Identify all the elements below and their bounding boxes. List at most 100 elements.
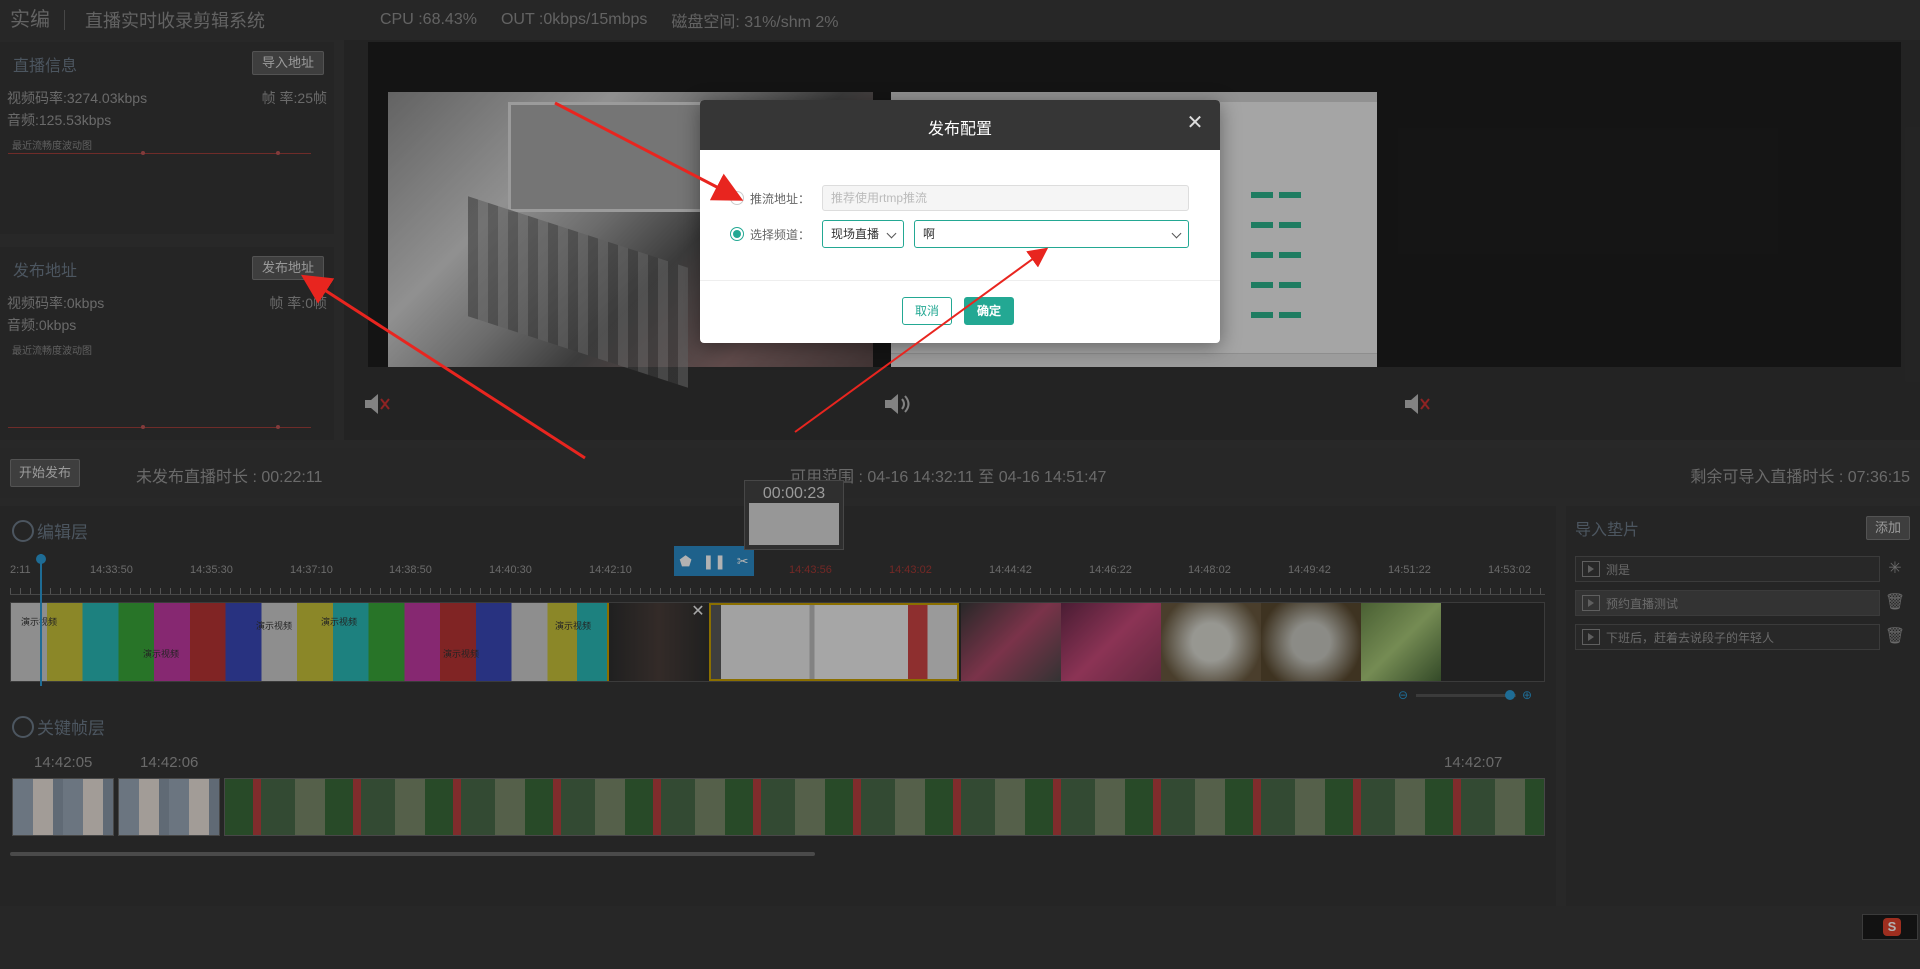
publish-audio-rate: 音频:0kbps — [7, 317, 77, 333]
publish-wave-line — [8, 427, 311, 428]
clip-caption: 演示视频 — [443, 649, 480, 659]
screen-recording-clip[interactable] — [709, 603, 959, 681]
push-url-row: 推流地址： — [730, 184, 820, 212]
confirm-button[interactable]: 确定 — [964, 297, 1015, 325]
close-icon[interactable]: ✕ — [689, 603, 707, 621]
close-icon[interactable]: ✕ — [1184, 112, 1206, 134]
channel-select[interactable]: 啊 — [914, 220, 1189, 248]
ruler-label: 14:53:02 — [1488, 564, 1531, 576]
table-row — [1211, 252, 1351, 258]
video-clip[interactable] — [1161, 603, 1261, 681]
building-content — [468, 196, 688, 388]
keyframe-thumb[interactable] — [118, 778, 220, 836]
table-row — [1211, 222, 1351, 228]
video-clip[interactable] — [1361, 603, 1441, 681]
ruler-label: 14:40:30 — [489, 564, 532, 576]
hover-time: 00:00:23 — [762, 485, 826, 502]
trash-icon[interactable]: 🗑 — [1882, 624, 1908, 650]
video-clip[interactable] — [961, 603, 1061, 681]
live-video-rate: 视频码率:3274.03kbps — [7, 90, 148, 106]
push-url-input[interactable]: 推荐使用rtmp推流 — [822, 185, 1189, 211]
live-info-title: 直播信息 — [13, 58, 78, 75]
speaker-muted-icon[interactable] — [1402, 390, 1432, 418]
video-clip[interactable] — [1061, 603, 1161, 681]
dialog-title: 发布配置 — [927, 121, 992, 138]
live-frame-rate: 帧 率:25帧 — [261, 90, 327, 106]
publish-bar: 开始发布 未发布直播时长 : 00:22:11 可用范围 : 04-16 14:… — [0, 448, 1920, 498]
time-ruler[interactable]: 2:11 14:33:50 14:35:30 14:37:10 14:38:50… — [10, 564, 1545, 595]
pad-item[interactable]: 下班后，赶着去说段子的年轻人 — [1575, 624, 1880, 650]
keyframe-time: 14:42:05 — [34, 754, 93, 771]
pause-icon[interactable]: ❚❚ — [702, 553, 725, 570]
ruler-label: 14:43:56 — [789, 564, 832, 576]
pad-panel: 导入垫片 添加 测是 ✳ 预约直播测试 🗑 下班后，赶着去说段子的年轻人 🗑 — [1566, 506, 1920, 906]
loading-spinner-icon: ✳ — [1888, 560, 1902, 577]
edit-track[interactable]: 演示视频 演示视频 演示视频 演示视频 演示视频 演示视频 ✕ — [10, 602, 1545, 682]
pad-item[interactable]: 预约直播测试 — [1575, 590, 1880, 616]
publish-address-button[interactable]: 发布地址 — [252, 256, 325, 280]
pad-item-label: 测是 — [1606, 562, 1631, 577]
system-title: 直播实时收录剪辑系统 — [85, 11, 265, 31]
publish-frame-rate: 帧 率:0帧 — [269, 295, 327, 311]
play-file-icon — [1582, 595, 1600, 611]
chevron-down-icon — [1171, 228, 1182, 239]
ruler-label: 14:51:22 — [1388, 564, 1431, 576]
play-file-icon — [1582, 561, 1600, 577]
import-address-button[interactable]: 导入地址 — [252, 51, 325, 75]
trash-icon[interactable]: 🗑 — [1882, 590, 1908, 616]
publish-info-title: 发布地址 — [13, 263, 78, 280]
keyframe-track[interactable]: 14:42:05 14:42:06 14:42:07 — [10, 754, 1545, 836]
channel-label: 选择频道： — [750, 227, 811, 242]
zoom-in-icon[interactable]: ⊕ — [1522, 688, 1532, 702]
cpu-stat: CPU :68.43% — [380, 11, 477, 28]
dialog-header: 发布配置 ✕ — [700, 100, 1220, 150]
live-wave-label: 最近流畅度波动图 — [12, 141, 92, 152]
add-marker-icon[interactable]: ⬟ — [679, 553, 691, 570]
test-pattern-clip[interactable]: 演示视频 演示视频 演示视频 演示视频 演示视频 演示视频 — [11, 603, 609, 681]
hover-thumbnail: 00:00:23 — [744, 480, 844, 550]
video-clip[interactable] — [1261, 603, 1361, 681]
add-pad-button[interactable]: 添加 — [1865, 516, 1910, 540]
publish-info-panel: 发布地址 发布地址 视频码率:0kbps 帧 率:0帧 音频:0kbps 最近流… — [0, 247, 334, 440]
wave-point — [276, 151, 280, 155]
zoom-control: ⊖ ⊕ — [1398, 688, 1538, 702]
table-row — [1211, 312, 1351, 318]
out-stat: OUT :0kbps/15mbps — [500, 11, 648, 28]
ruler-label: 14:38:50 — [389, 564, 432, 576]
start-publish-button[interactable]: 开始发布 — [10, 459, 81, 487]
push-url-radio[interactable] — [730, 191, 744, 205]
scissors-icon[interactable]: ✂ — [737, 553, 749, 570]
channel-value: 啊 — [923, 227, 936, 241]
table-row — [1211, 282, 1351, 288]
keyframe-strip[interactable] — [224, 778, 1545, 836]
zoom-slider-track[interactable] — [1416, 694, 1516, 697]
live-info-panel: 直播信息 导入地址 视频码率:3274.03kbps 帧 率:25帧 音频:12… — [0, 42, 334, 234]
sogou-ime-icon[interactable]: S — [1862, 914, 1918, 940]
keyframe-thumb[interactable] — [12, 778, 114, 836]
ruler-label: 14:43:02 — [889, 564, 932, 576]
channel-type-select[interactable]: 现场直播 — [822, 220, 904, 248]
ruler-label: 14:35:30 — [190, 564, 233, 576]
publish-video-rate: 视频码率:0kbps — [7, 295, 105, 311]
zoom-out-icon[interactable]: ⊖ — [1398, 688, 1408, 702]
hover-thumbnail-image — [749, 503, 839, 545]
horizontal-scrollbar[interactable] — [10, 852, 815, 856]
keyframe-time: 14:42:07 — [1444, 754, 1503, 771]
clip-caption: 演示视频 — [321, 617, 358, 627]
speaker-icon[interactable] — [882, 390, 912, 418]
playhead[interactable] — [36, 554, 46, 686]
photo-content — [508, 102, 708, 212]
speaker-muted-icon[interactable] — [362, 390, 392, 418]
ruler-label: 14:49:42 — [1288, 564, 1331, 576]
channel-row: 选择频道： — [730, 220, 820, 248]
table-row — [1211, 192, 1351, 198]
zoom-slider-knob[interactable] — [1505, 690, 1515, 700]
pad-panel-title: 导入垫片 — [1575, 522, 1640, 539]
clip-toolbox: ⬟ ❚❚ ✂ — [674, 546, 754, 576]
channel-radio[interactable] — [730, 227, 744, 241]
wave-point — [276, 425, 280, 429]
top-bar: 实编 直播实时收录剪辑系统 CPU :68.43% OUT :0kbps/15m… — [0, 0, 1920, 40]
ruler-label: 14:48:02 — [1188, 564, 1231, 576]
cancel-button[interactable]: 取消 — [902, 297, 953, 325]
pad-item[interactable]: 测是 — [1575, 556, 1880, 582]
